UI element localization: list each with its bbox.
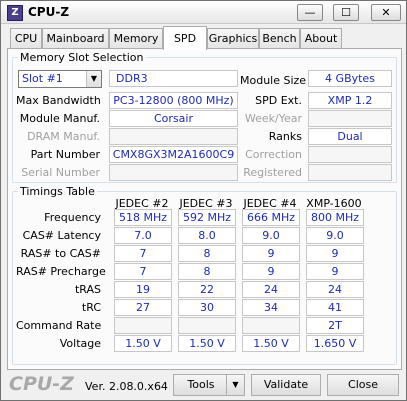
chevron-down-icon[interactable]: ▼ [86, 71, 101, 87]
part-number-label: Part Number [30, 148, 100, 161]
timing-cell: 666 MHz [242, 209, 300, 226]
cpu-z-app-icon[interactable]: Z [7, 5, 23, 21]
module-manuf-field: Corsair [109, 110, 238, 127]
tools-button[interactable]: Tools ▼ [173, 374, 245, 396]
timing-cell: 9 [242, 263, 300, 280]
tools-button-label: Tools [187, 378, 215, 391]
timing-row-label: tRC [81, 301, 101, 314]
timing-cell: 9 [306, 263, 364, 280]
timing-cell [242, 317, 300, 334]
registered-field [308, 164, 392, 181]
correction-field [308, 146, 392, 163]
spd-panel: Memory Slot Selection Slot #1 ▼ DDR3 Max… [7, 48, 402, 370]
registered-label: Registered [243, 166, 302, 179]
timing-cell: 800 MHz [306, 209, 364, 226]
ranks-label: Ranks [268, 130, 302, 143]
close-button[interactable]: Close [327, 374, 399, 396]
timing-cell: 7 [114, 245, 172, 262]
module-size-field: 4 GBytes [308, 70, 392, 87]
module-size-label: Module Size [240, 74, 307, 87]
spd-ext-field: XMP 1.2 [308, 92, 392, 109]
timing-row-label: CAS# Latency [22, 229, 101, 242]
timing-cell: 24 [242, 281, 300, 298]
tab-graphics[interactable]: Graphics [207, 28, 259, 49]
timing-row-label: Voltage [59, 337, 101, 350]
timing-cell: 7 [114, 263, 172, 280]
timing-cell: 9 [242, 245, 300, 262]
timing-cell: 24 [306, 281, 364, 298]
timing-cell [178, 317, 236, 334]
dram-manuf-label: DRAM Manuf. [27, 130, 100, 143]
tab-memory[interactable]: Memory [109, 28, 163, 49]
timing-row-label: Frequency [44, 211, 101, 224]
tab-spd[interactable]: SPD [163, 26, 207, 50]
tab-mainboard[interactable]: Mainboard [42, 28, 109, 49]
cpuz-window: Z CPU-Z — ☐ ✕ CPU Mainboard Memory SPD G… [0, 0, 407, 401]
title-bar[interactable]: Z CPU-Z — ☐ ✕ [1, 1, 406, 24]
timing-cell: 41 [306, 299, 364, 316]
dram-manuf-field [109, 128, 238, 145]
timing-cell: 9.0 [242, 227, 300, 244]
memory-type-field: DDR3 [109, 70, 238, 87]
timing-cell: 27 [114, 299, 172, 316]
part-number-field: CMX8GX3M2A1600C9 [109, 146, 238, 163]
version-text: Ver. 2.08.0.x64 [85, 380, 168, 393]
timing-row-label: RAS# to CAS# [20, 247, 101, 260]
timing-cell: 1.50 V [114, 335, 172, 352]
timing-cell: 7.0 [114, 227, 172, 244]
ranks-field: Dual [308, 128, 392, 145]
memory-slot-legend: Memory Slot Selection [20, 51, 144, 64]
timing-cell: 8.0 [178, 227, 236, 244]
module-manuf-label: Module Manuf. [19, 112, 100, 125]
timing-row-label: tRAS [74, 283, 101, 296]
timing-cell: 19 [114, 281, 172, 298]
timing-cell: 22 [178, 281, 236, 298]
timing-cell: 30 [178, 299, 236, 316]
timing-cell: 1.50 V [178, 335, 236, 352]
week-year-label: Week/Year [244, 112, 302, 125]
timing-cell [114, 317, 172, 334]
timing-cell: 8 [178, 245, 236, 262]
timing-cell: 8 [178, 263, 236, 280]
tab-cpu[interactable]: CPU [10, 28, 42, 49]
minimize-button[interactable]: — [297, 4, 323, 21]
timing-cell: 2T [306, 317, 364, 334]
timing-row-label: RAS# Precharge [16, 265, 106, 278]
validate-button[interactable]: Validate [251, 374, 321, 396]
timing-cell: 1.50 V [242, 335, 300, 352]
max-bandwidth-label: Max Bandwidth [16, 94, 101, 107]
timing-row-label: Command Rate [16, 319, 102, 332]
week-year-field [308, 110, 392, 127]
timing-cell: 9 [306, 245, 364, 262]
slot-select[interactable]: Slot #1 ▼ [18, 70, 102, 88]
serial-number-field [109, 164, 238, 181]
serial-number-label: Serial Number [21, 166, 100, 179]
timings-legend: Timings Table [20, 185, 95, 198]
timing-cell: 9.0 [306, 227, 364, 244]
timing-cell: 518 MHz [114, 209, 172, 226]
chevron-down-icon[interactable]: ▼ [226, 375, 244, 395]
timing-cell: 592 MHz [178, 209, 236, 226]
tab-about[interactable]: About [300, 28, 342, 49]
timing-cell: 34 [242, 299, 300, 316]
window-title: CPU-Z [28, 5, 70, 19]
max-bandwidth-field: PC3-12800 (800 MHz) [109, 92, 238, 109]
footer-bar: CPU-Z Ver. 2.08.0.x64 Tools ▼ Validate C… [1, 371, 406, 400]
tab-bench[interactable]: Bench [259, 28, 300, 49]
cpuz-brand-logo: CPU-Z [9, 373, 74, 395]
maximize-button[interactable]: ☐ [333, 4, 359, 21]
spd-ext-label: SPD Ext. [255, 94, 302, 107]
timing-cell: 1.650 V [306, 335, 364, 352]
slot-select-value: Slot #1 [22, 72, 63, 85]
close-window-button[interactable]: ✕ [371, 4, 401, 21]
correction-label: Correction [245, 148, 302, 161]
